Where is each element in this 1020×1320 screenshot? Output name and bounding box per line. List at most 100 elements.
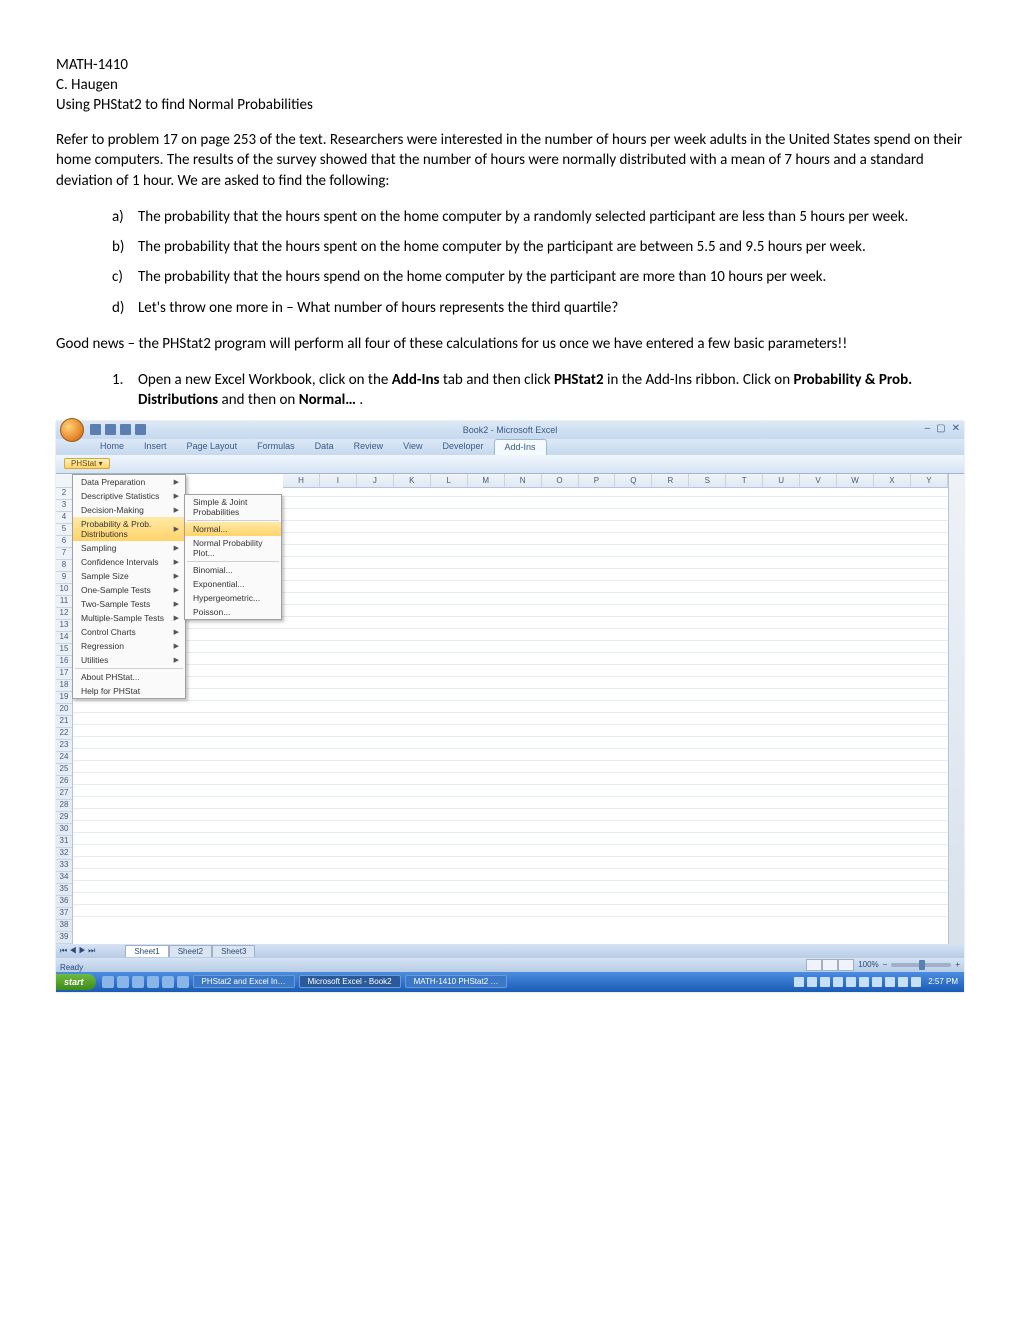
- row-header[interactable]: 19: [56, 692, 72, 704]
- column-header[interactable]: H: [283, 474, 320, 487]
- sheet-tab-1[interactable]: Sheet1: [125, 945, 168, 957]
- submenu-normal-prob-plot[interactable]: Normal Probability Plot...: [185, 536, 281, 560]
- menu-sample-size[interactable]: Sample Size▶: [73, 569, 185, 583]
- vertical-scrollbar[interactable]: [948, 474, 964, 944]
- menu-descriptive-statistics[interactable]: Descriptive Statistics▶: [73, 489, 185, 503]
- row-header[interactable]: 20: [56, 704, 72, 716]
- tab-data[interactable]: Data: [305, 439, 344, 455]
- tab-developer[interactable]: Developer: [432, 439, 493, 455]
- sheet-nav-buttons[interactable]: ⏮ ◀ ▶ ⏭: [60, 946, 95, 956]
- systray-icon[interactable]: [872, 977, 882, 987]
- zoom-slider[interactable]: [891, 963, 951, 967]
- column-header[interactable]: Y: [911, 474, 948, 487]
- row-header[interactable]: 23: [56, 740, 72, 752]
- row-header[interactable]: 27: [56, 788, 72, 800]
- row-header[interactable]: 7: [56, 548, 72, 560]
- zoom-out-icon[interactable]: −: [883, 960, 888, 969]
- menu-regression[interactable]: Regression▶: [73, 639, 185, 653]
- tab-review[interactable]: Review: [344, 439, 394, 455]
- menu-data-preparation[interactable]: Data Preparation▶: [73, 475, 185, 489]
- menu-multiple-sample-tests[interactable]: Multiple-Sample Tests▶: [73, 611, 185, 625]
- submenu-binomial[interactable]: Binomial...: [185, 563, 281, 577]
- row-header[interactable]: 18: [56, 680, 72, 692]
- column-header[interactable]: R: [652, 474, 689, 487]
- column-header[interactable]: S: [689, 474, 726, 487]
- systray-icon[interactable]: [794, 977, 804, 987]
- row-header[interactable]: 5: [56, 524, 72, 536]
- start-button[interactable]: start: [56, 974, 96, 990]
- select-all-corner[interactable]: [56, 474, 72, 488]
- column-header[interactable]: L: [431, 474, 468, 487]
- row-header[interactable]: 4: [56, 512, 72, 524]
- column-header[interactable]: J: [357, 474, 394, 487]
- column-header[interactable]: N: [505, 474, 542, 487]
- quicklaunch-icon[interactable]: [102, 976, 114, 988]
- row-header[interactable]: 36: [56, 896, 72, 908]
- tab-view[interactable]: View: [393, 439, 432, 455]
- maximize-icon[interactable]: ▢: [936, 423, 945, 434]
- quicklaunch-icon[interactable]: [177, 976, 189, 988]
- systray-icon[interactable]: [807, 977, 817, 987]
- quicklaunch-icon[interactable]: [147, 976, 159, 988]
- taskbar-task-3[interactable]: MATH-1410 PHStat2 …: [405, 975, 508, 988]
- systray-icon[interactable]: [833, 977, 843, 987]
- row-header[interactable]: 13: [56, 620, 72, 632]
- tab-add-ins[interactable]: Add-Ins: [494, 439, 547, 455]
- submenu-poisson[interactable]: Poisson...: [185, 605, 281, 619]
- row-header[interactable]: 8: [56, 560, 72, 572]
- close-icon[interactable]: ✕: [952, 423, 960, 434]
- systray-icon[interactable]: [846, 977, 856, 987]
- menu-decision-making[interactable]: Decision-Making▶: [73, 503, 185, 517]
- submenu-simple-joint[interactable]: Simple & Joint Probabilities: [185, 495, 281, 519]
- menu-control-charts[interactable]: Control Charts▶: [73, 625, 185, 639]
- row-header[interactable]: 9: [56, 572, 72, 584]
- row-header[interactable]: 21: [56, 716, 72, 728]
- submenu-hypergeometric[interactable]: Hypergeometric...: [185, 591, 281, 605]
- sheet-tab-3[interactable]: Sheet3: [212, 945, 255, 957]
- row-header[interactable]: 11: [56, 596, 72, 608]
- column-header[interactable]: I: [320, 474, 357, 487]
- row-header[interactable]: 30: [56, 824, 72, 836]
- row-header[interactable]: 28: [56, 800, 72, 812]
- row-header[interactable]: 26: [56, 776, 72, 788]
- submenu-normal[interactable]: Normal...: [185, 522, 281, 536]
- row-header[interactable]: 29: [56, 812, 72, 824]
- column-header[interactable]: X: [874, 474, 911, 487]
- column-header[interactable]: T: [726, 474, 763, 487]
- row-header[interactable]: 22: [56, 728, 72, 740]
- systray-icon[interactable]: [885, 977, 895, 987]
- column-header[interactable]: O: [542, 474, 579, 487]
- menu-two-sample-tests[interactable]: Two-Sample Tests▶: [73, 597, 185, 611]
- taskbar-task-1[interactable]: PHStat2 and Excel In…: [193, 975, 295, 988]
- row-header[interactable]: 31: [56, 836, 72, 848]
- column-header[interactable]: K: [394, 474, 431, 487]
- row-header[interactable]: 34: [56, 872, 72, 884]
- row-header[interactable]: 37: [56, 908, 72, 920]
- row-header[interactable]: 14: [56, 632, 72, 644]
- row-header[interactable]: 39: [56, 932, 72, 944]
- view-page-layout-icon[interactable]: [822, 959, 838, 971]
- row-header[interactable]: 12: [56, 608, 72, 620]
- quicklaunch-icon[interactable]: [132, 976, 144, 988]
- row-header[interactable]: 15: [56, 644, 72, 656]
- zoom-in-icon[interactable]: +: [955, 960, 960, 969]
- tab-insert[interactable]: Insert: [134, 439, 177, 455]
- row-header[interactable]: 10: [56, 584, 72, 596]
- row-header[interactable]: 32: [56, 848, 72, 860]
- taskbar-task-2[interactable]: Microsoft Excel - Book2: [299, 975, 401, 988]
- view-page-break-icon[interactable]: [838, 959, 854, 971]
- column-header[interactable]: V: [800, 474, 837, 487]
- row-header[interactable]: 16: [56, 656, 72, 668]
- column-header[interactable]: Q: [615, 474, 652, 487]
- column-header[interactable]: M: [468, 474, 505, 487]
- row-header[interactable]: 6: [56, 536, 72, 548]
- menu-utilities[interactable]: Utilities▶: [73, 653, 185, 667]
- zoom-thumb[interactable]: [919, 960, 925, 970]
- row-header[interactable]: 35: [56, 884, 72, 896]
- phstat-dropdown-button[interactable]: PHStat ▾: [64, 458, 110, 469]
- row-header[interactable]: 33: [56, 860, 72, 872]
- systray-icon[interactable]: [911, 977, 921, 987]
- submenu-exponential[interactable]: Exponential...: [185, 577, 281, 591]
- quicklaunch-icon[interactable]: [117, 976, 129, 988]
- row-header[interactable]: 24: [56, 752, 72, 764]
